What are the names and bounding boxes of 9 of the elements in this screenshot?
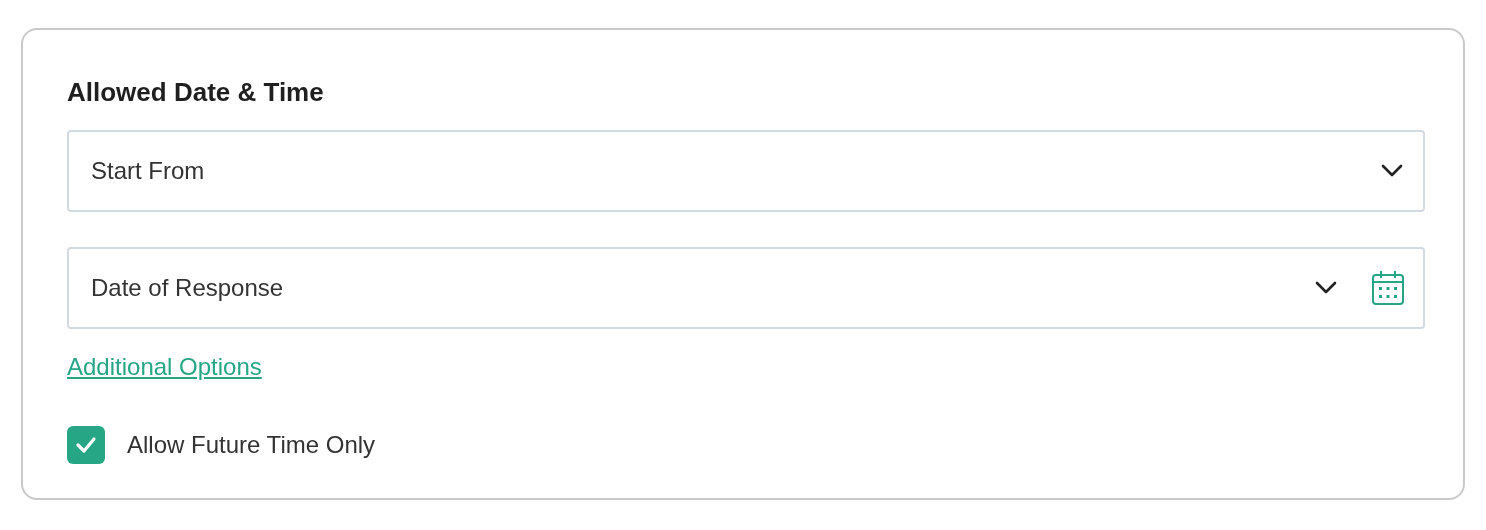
checkbox-label: Allow Future Time Only: [127, 430, 376, 460]
select-field[interactable]: Start From: [67, 130, 1425, 212]
section-title: Allowed Date & Time: [67, 76, 325, 109]
checkbox[interactable]: [67, 426, 105, 464]
chevron-down-icon: [1381, 164, 1403, 178]
chevron-down-icon: [1315, 281, 1337, 295]
date-select[interactable]: Date of Response: [67, 247, 1425, 329]
calendar-icon: [1371, 270, 1405, 306]
checkmark-icon: [75, 436, 97, 454]
